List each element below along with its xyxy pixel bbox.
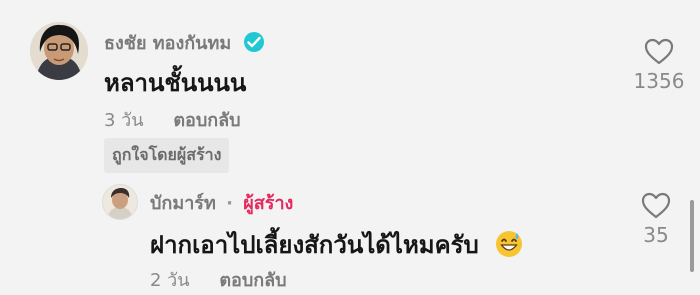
comment-author[interactable]: บักมาร์ท · ผู้สร้าง bbox=[150, 188, 293, 217]
comment-text: ฝากเอาไปเลี้ยงสักวันได้ไหมครับ bbox=[150, 225, 523, 264]
comment-time: 3 วัน bbox=[104, 110, 144, 131]
comment-meta: 2 วัน ตอบกลับ bbox=[150, 265, 287, 294]
liked-by-creator-tag: ถูกใจโดยผู้สร้าง bbox=[104, 138, 230, 173]
heart-icon[interactable] bbox=[644, 38, 674, 66]
like-control: 1356 bbox=[619, 38, 699, 93]
author-name[interactable]: บักมาร์ท bbox=[150, 193, 216, 214]
person-avatar-icon bbox=[30, 22, 88, 80]
reply-item: บักมาร์ท · ผู้สร้าง ฝากเอาไปเลี้ยงสักวัน… bbox=[0, 170, 700, 295]
comment-time: 2 วัน bbox=[150, 270, 190, 291]
scrollbar[interactable] bbox=[690, 200, 694, 272]
commenter-avatar[interactable] bbox=[30, 22, 88, 80]
creator-badge: ผู้สร้าง bbox=[243, 193, 294, 214]
grinning-sweat-emoji-icon bbox=[496, 231, 523, 257]
heart-icon[interactable] bbox=[641, 192, 671, 220]
separator: · bbox=[226, 193, 233, 214]
reply-button[interactable]: ตอบกลับ bbox=[219, 270, 286, 291]
comment-text: หลานชั้นนนน bbox=[104, 69, 247, 97]
like-count: 35 bbox=[643, 223, 669, 247]
author-name[interactable]: ธงชัย ทองกันทม bbox=[104, 33, 231, 54]
like-control: 35 bbox=[616, 192, 696, 247]
comment-text-body: ฝากเอาไปเลี้ยงสักวันได้ไหมครับ bbox=[150, 231, 479, 259]
commenter-avatar[interactable] bbox=[102, 184, 138, 220]
person-avatar-icon bbox=[103, 185, 137, 219]
comment-author[interactable]: ธงชัย ทองกันทม bbox=[104, 28, 264, 57]
like-count: 1356 bbox=[633, 69, 685, 93]
reply-button[interactable]: ตอบกลับ bbox=[173, 110, 240, 131]
comment-item: ธงชัย ทองกันทม หลานชั้นนนน 3 วัน ตอบกลับ… bbox=[0, 0, 700, 173]
comment-meta: 3 วัน ตอบกลับ bbox=[104, 105, 241, 134]
verified-badge-icon bbox=[243, 32, 264, 52]
